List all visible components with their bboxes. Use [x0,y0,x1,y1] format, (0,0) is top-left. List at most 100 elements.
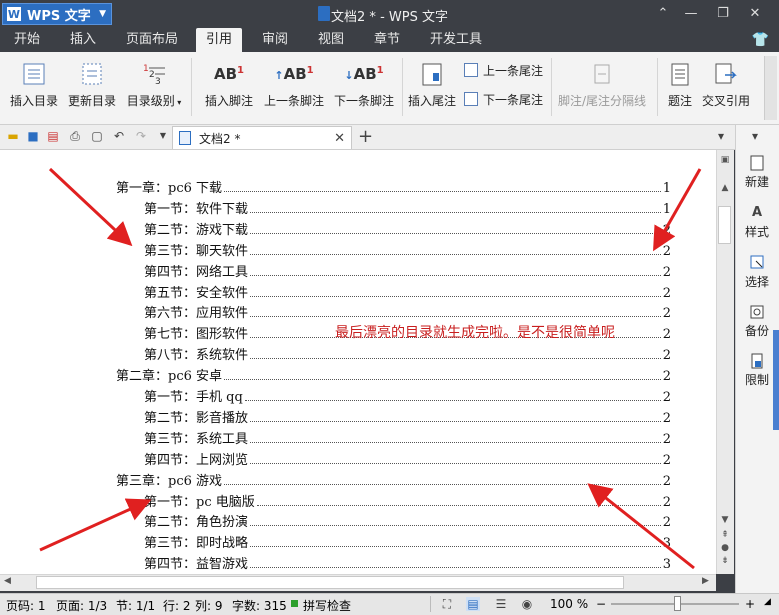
fullscreen-icon[interactable]: ⛶ [440,597,454,611]
prev-page-icon[interactable]: ⇞ [716,530,734,540]
vertical-scroll-thumb[interactable] [718,206,731,244]
sidebar-resize-handle[interactable] [773,330,779,430]
ribbon-scroll-right[interactable] [764,56,777,120]
document-icon [179,131,191,145]
print-preview-icon[interactable]: ▢ [90,129,104,143]
restrict-icon [750,353,764,369]
update-icon [64,60,120,88]
prev-endnote-icon [464,63,478,77]
scroll-down-icon[interactable]: ▼ [716,515,734,525]
arrow-top-left [48,167,133,247]
cross-reference-button[interactable]: 交叉引用 [700,58,752,114]
next-page-icon[interactable]: ⇟ [716,556,734,566]
page-view-icon[interactable]: ▤ [466,597,480,611]
status-divider [430,596,431,612]
tab-developer[interactable]: 开发工具 [420,28,492,52]
arrow-bottom-right [587,483,695,570]
prev-footnote-button[interactable]: ↑AB1 上一条脚注 [260,58,328,114]
tab-view[interactable]: 视图 [308,28,354,52]
status-page-code[interactable]: 页码: 1 [6,597,46,614]
caption-button[interactable]: 题注 [662,58,698,114]
horizontal-scroll-thumb[interactable] [36,576,624,589]
backup-icon [750,304,764,320]
tab-list-icon[interactable]: ▾ [714,129,728,143]
sidebar-item-new[interactable]: 新建 [735,155,779,190]
svg-text:2: 2 [149,70,155,80]
toc-level-dropdown[interactable]: 123 目录级别 ▾ [122,58,186,114]
ribbon-separator [191,58,192,116]
zoom-slider-thumb[interactable] [674,596,681,611]
scroll-right-icon[interactable]: ▶ [702,576,709,586]
zoom-out-icon[interactable]: − [596,597,606,611]
status-word-count[interactable]: 字数: 315 [232,597,287,614]
redo-icon[interactable]: ↷ [134,129,148,143]
close-tab-icon[interactable]: ✕ [334,131,345,146]
document-icon [318,6,330,21]
toc-icon [6,60,62,88]
status-col: 列: 9 [195,599,223,613]
split-view-icon[interactable]: ▣ [716,155,734,165]
annotation-arrows [39,167,702,570]
zoom-in-icon[interactable]: + [745,597,755,611]
minimize-button[interactable]: — [680,4,702,24]
ribbon-separator [551,58,552,116]
svg-text:1: 1 [143,64,149,74]
scroll-up-icon[interactable]: ▲ [716,183,734,193]
next-footnote-icon: ↓AB1 [344,65,384,83]
document-tab[interactable]: 文档2 * ✕ [172,126,352,149]
status-page[interactable]: 页面: 1/3 [56,597,107,614]
arrow-bottom-left [39,498,152,552]
prev-endnote-button[interactable]: 上一条尾注 [464,60,543,80]
update-toc-button[interactable]: 更新目录 [64,58,120,114]
zoom-level[interactable]: 100 % [550,597,588,611]
scroll-left-icon[interactable]: ◀ [4,576,11,586]
tab-page-layout[interactable]: 页面布局 [116,28,188,52]
ribbon-separator [402,58,403,116]
insert-toc-button[interactable]: 插入目录 [6,58,62,114]
sidebar-collapse-icon[interactable]: ▾ [748,129,762,143]
new-document-icon [750,155,764,171]
footnote-icon: AB1 [213,65,244,83]
next-endnote-icon [464,92,478,106]
next-endnote-button[interactable]: 下一条尾注 [464,89,543,109]
select-cursor-icon [750,255,764,271]
next-footnote-button[interactable]: ↓AB1 下一条脚注 [330,58,398,114]
arrow-top-right [653,168,702,252]
export-pdf-icon[interactable]: ▤ [46,129,60,143]
status-section: 节: 1/1 [116,599,156,613]
document-page[interactable]: 第一章：pc6 下载 1 第一节：软件下载 1 第二节：游戏下载 2 第三节：聊天软件 2 第四… [0,150,716,574]
print-icon[interactable]: ⎙ [68,129,82,143]
resize-grip-icon: ◢ [764,597,771,607]
undo-icon[interactable]: ↶ [112,129,126,143]
sidebar-item-select[interactable]: 选择 [735,255,779,290]
tab-insert[interactable]: 插入 [60,28,106,52]
endnote-icon [404,60,460,88]
cross-reference-icon [700,60,752,88]
level-icon: 123 [122,60,186,88]
maximize-button[interactable]: ❐ [712,4,734,24]
style-icon: A [751,205,763,220]
save-icon[interactable]: ■ [26,129,40,143]
caption-icon [662,60,698,88]
collapse-ribbon-button[interactable]: ⌃ [652,4,674,24]
tab-chapter[interactable]: 章节 [364,28,410,52]
separator-icon [554,60,650,88]
tab-references[interactable]: 引用 [196,28,242,52]
spell-check-indicator [291,600,298,607]
sidebar-item-style[interactable]: A 样式 [735,205,779,240]
tab-start[interactable]: 开始 [4,28,50,52]
skin-icon[interactable]: 👕 [752,32,769,48]
new-tab-icon[interactable]: + [358,127,374,147]
insert-footnote-button[interactable]: AB1 插入脚注 [200,58,258,114]
tab-review[interactable]: 审阅 [252,28,298,52]
status-spell-check[interactable]: 拼写检查 [303,597,351,614]
open-folder-icon[interactable]: ▬ [6,129,20,143]
insert-endnote-button[interactable]: 插入尾注 [404,58,460,114]
ribbon-separator [657,58,658,116]
footnote-separator-button[interactable]: 脚注/尾注分隔线 [554,58,650,114]
select-browse-icon[interactable]: ● [716,543,734,553]
outline-view-icon[interactable]: ☰ [494,597,508,611]
web-view-icon[interactable]: ◉ [520,597,534,611]
customize-dropdown-icon[interactable]: ▼ [156,129,170,143]
close-button[interactable]: ✕ [744,4,766,24]
